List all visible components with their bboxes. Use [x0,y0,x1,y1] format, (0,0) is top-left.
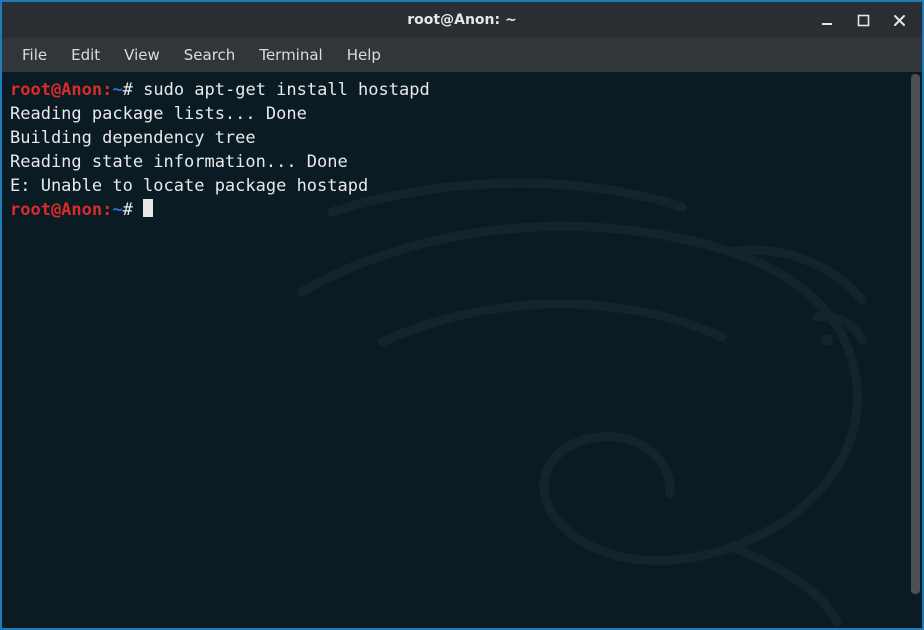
prompt-symbol: # [123,200,133,220]
prompt-user-host: root@Anon [10,200,102,220]
menu-edit[interactable]: Edit [61,42,110,68]
prompt-symbol: # [123,80,133,100]
menu-terminal[interactable]: Terminal [249,42,332,68]
terminal-area[interactable]: root@Anon:~# sudo apt-get install hostap… [2,72,922,628]
menu-view[interactable]: View [114,42,170,68]
minimize-icon [820,13,834,27]
window-title: root@Anon: ~ [2,12,922,28]
minimize-button[interactable] [812,8,842,32]
menu-help[interactable]: Help [337,42,391,68]
prompt-path: ~ [112,80,122,100]
scrollbar[interactable] [911,74,920,594]
titlebar[interactable]: root@Anon: ~ [2,2,922,38]
output-line: Reading package lists... Done [10,104,307,124]
output-line: E: Unable to locate package hostapd [10,176,368,196]
output-line: Building dependency tree [10,128,256,148]
cursor [143,199,153,217]
window-controls [812,2,914,38]
close-icon [893,14,906,27]
menubar: File Edit View Search Terminal Help [2,38,922,72]
prompt-path: ~ [112,200,122,220]
close-button[interactable] [884,8,914,32]
menu-file[interactable]: File [12,42,57,68]
output-line: Reading state information... Done [10,152,348,172]
terminal-output[interactable]: root@Anon:~# sudo apt-get install hostap… [2,72,922,628]
maximize-icon [857,14,870,27]
prompt-user-host: root@Anon [10,80,102,100]
terminal-window: root@Anon: ~ File Edit View Search Termi… [0,0,924,630]
menu-search[interactable]: Search [174,42,246,68]
maximize-button[interactable] [848,8,878,32]
command-text: sudo apt-get install hostapd [143,80,430,100]
